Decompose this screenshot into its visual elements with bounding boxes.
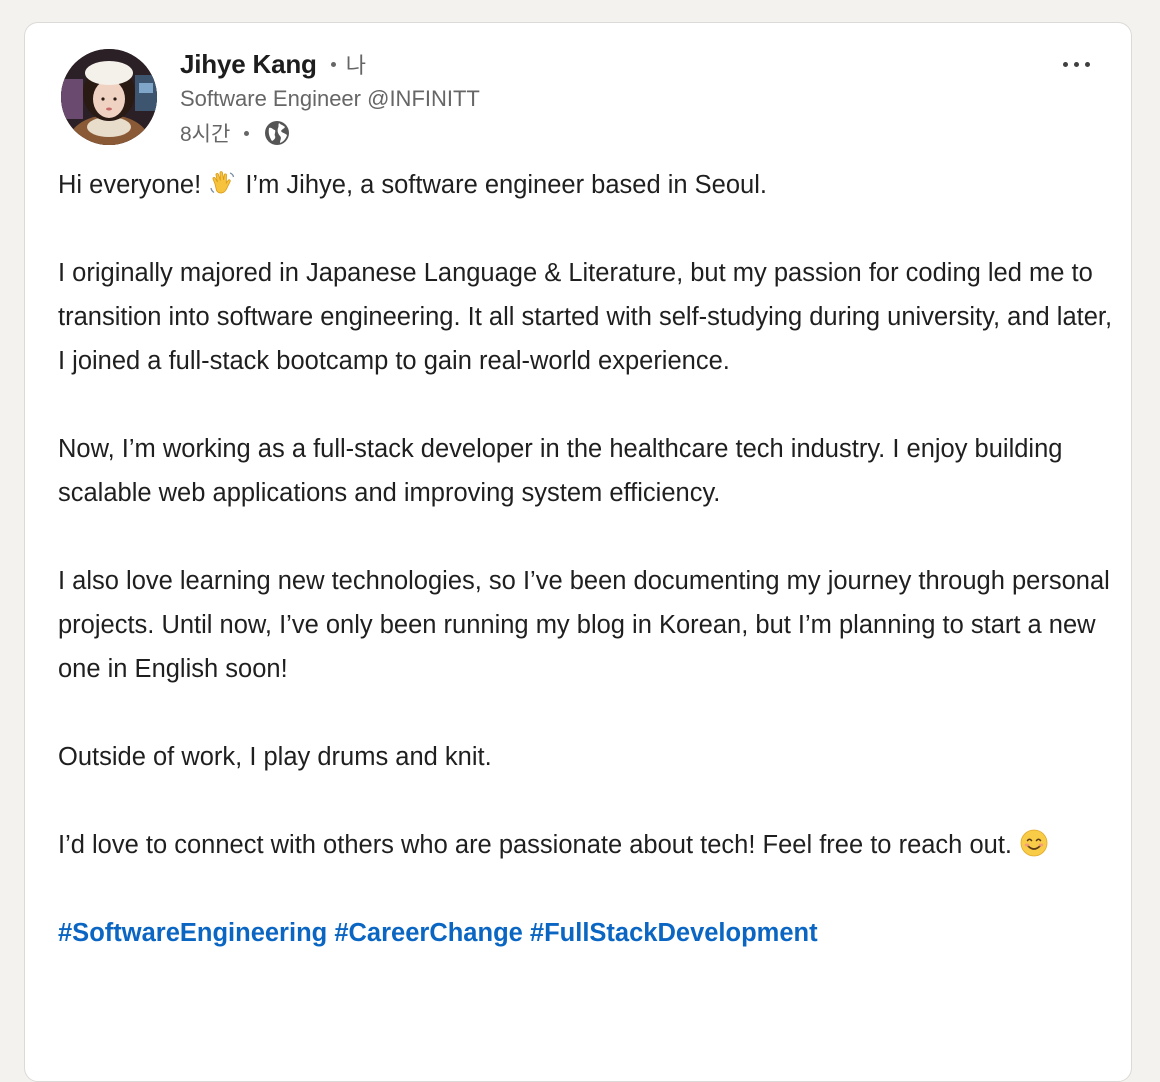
more-options-icon[interactable] <box>1051 49 1101 79</box>
waving-hand-emoji <box>210 171 235 194</box>
smiling-face-emoji <box>1020 829 1048 857</box>
hashtag-link[interactable]: #FullStackDevelopment <box>530 919 818 947</box>
author-avatar[interactable] <box>61 49 157 145</box>
post-text: I’m Jihye, a software engineer based in … <box>238 171 767 199</box>
hashtag-link[interactable]: #CareerChange <box>334 919 523 947</box>
post-paragraph: I’d love to connect with others who are … <box>58 823 1118 867</box>
connection-degree: 나 <box>345 53 366 78</box>
profile-photo-icon <box>61 49 157 145</box>
post-text: I’d love to connect with others who are … <box>58 831 1020 859</box>
post-paragraph: Now, I’m working as a full-stack develop… <box>58 435 1063 507</box>
post-timestamp: 8시간 <box>180 123 231 146</box>
post-paragraph: Hi everyone! I’m Jihye, a software engin… <box>58 163 1118 207</box>
post-text: Hi everyone! <box>58 171 209 199</box>
separator-dot <box>244 130 250 136</box>
post-paragraph: I also love learning new technologies, s… <box>58 567 1110 683</box>
post-body: Hi everyone! I’m Jihye, a software engin… <box>58 163 1118 999</box>
globe-icon <box>263 119 291 147</box>
author-name[interactable]: Jihye Kang <box>180 49 317 80</box>
author-info: Jihye Kang 나 Software Engineer @INFINITT… <box>180 45 931 151</box>
hashtag-list: #SoftwareEngineering #CareerChange #Full… <box>58 911 1118 955</box>
hashtag-link[interactable]: #SoftwareEngineering <box>58 919 327 947</box>
post-paragraph: Outside of work, I play drums and knit. <box>58 743 492 771</box>
post-card: Jihye Kang 나 Software Engineer @INFINITT… <box>24 22 1132 1082</box>
separator-dot <box>330 61 336 67</box>
author-headline: Software Engineer @INFINITT <box>180 86 480 111</box>
post-paragraph: I originally majored in Japanese Languag… <box>58 259 1113 375</box>
